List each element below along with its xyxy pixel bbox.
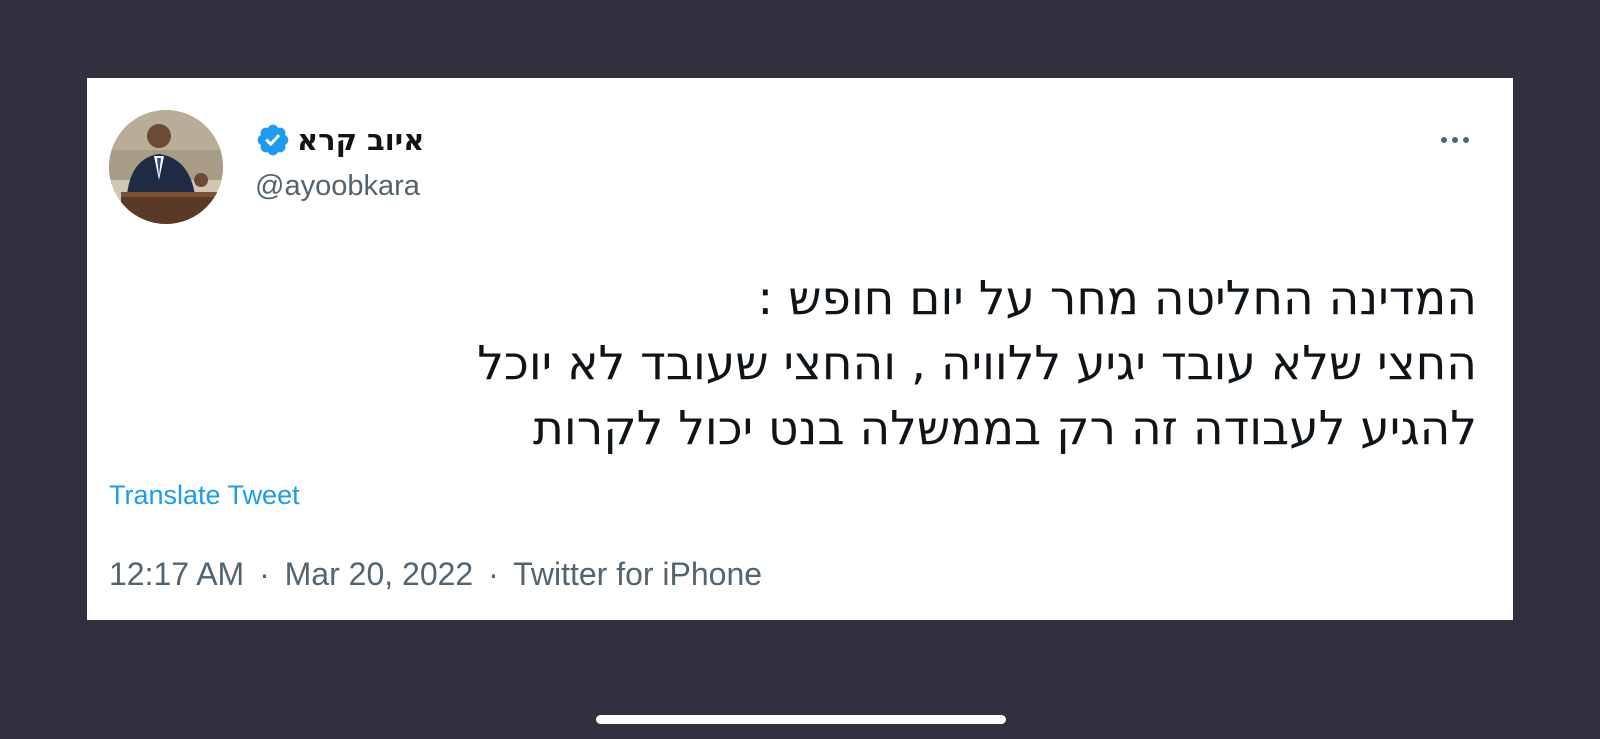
author-display-name[interactable]: איוב קרא (297, 123, 424, 157)
author-avatar[interactable] (109, 110, 223, 224)
meta-separator: · (488, 556, 499, 592)
tweet-date[interactable]: Mar 20, 2022 (285, 556, 474, 592)
tweet-text-line: המדינה החליטה מחר על יום חופש : (757, 271, 1477, 326)
tweet-source[interactable]: Twitter for iPhone (513, 556, 762, 592)
verified-badge-icon (257, 124, 289, 156)
tweet-time[interactable]: 12:17 AM (109, 556, 244, 592)
screen: איוב קרא @ayoobkara המדינה החליטה מחר על… (0, 0, 1600, 739)
meta-separator: · (259, 556, 270, 592)
avatar-photo-icon (109, 110, 223, 224)
tweet-text-line: להגיע לעבודה זה רק בממשלה בנט יכול לקרות (533, 401, 1477, 456)
tweet-body: המדינה החליטה מחר על יום חופש : החצי שלא… (197, 266, 1477, 461)
tweet-card[interactable]: איוב קרא @ayoobkara המדינה החליטה מחר על… (87, 78, 1513, 620)
tweet-text-line: החצי שלא עובד יגיע ללוויה , והחצי שעובד … (477, 336, 1477, 391)
more-options-button[interactable] (1433, 120, 1477, 160)
home-indicator[interactable] (596, 715, 1006, 724)
translate-tweet-link[interactable]: Translate Tweet (109, 480, 300, 511)
more-horizontal-icon (1463, 137, 1469, 143)
more-horizontal-icon (1441, 137, 1447, 143)
more-horizontal-icon (1452, 137, 1458, 143)
tweet-meta: 12:17 AM · Mar 20, 2022 · Twitter for iP… (109, 556, 762, 593)
author-handle[interactable]: @ayoobkara (255, 170, 420, 203)
author-name-row[interactable]: איוב קרא (255, 120, 424, 160)
